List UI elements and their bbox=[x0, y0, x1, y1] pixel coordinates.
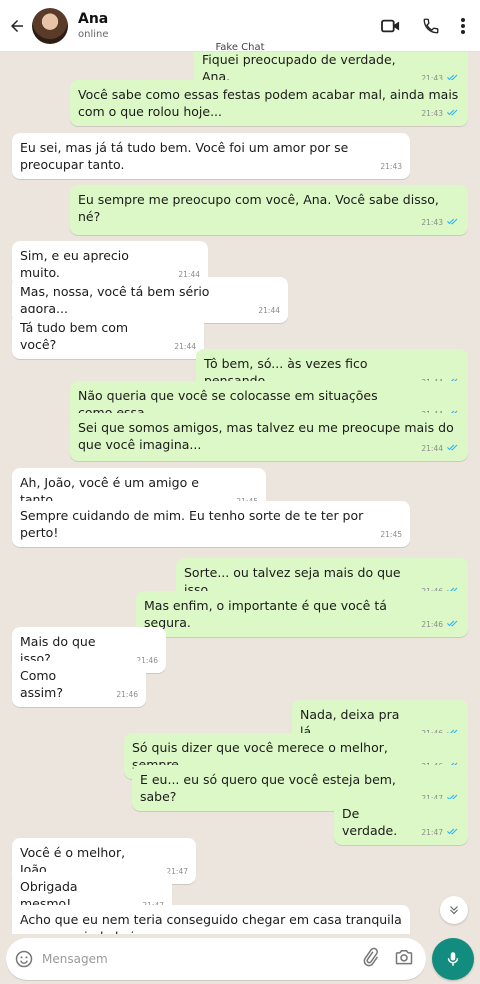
message-meta: 21:43 bbox=[380, 158, 402, 175]
message-text: Eu sei, mas já tá tudo bem. Você foi um … bbox=[20, 140, 349, 172]
message-incoming[interactable]: Tá tudo bem com você? 21:44 bbox=[12, 313, 204, 359]
message-time: 21:46 bbox=[116, 690, 138, 699]
message-text: Sei que somos amigos, mas talvez eu me p… bbox=[78, 420, 454, 452]
mic-icon bbox=[447, 952, 459, 966]
message-time: 21:44 bbox=[174, 342, 196, 351]
emoji-icon[interactable] bbox=[14, 949, 34, 969]
double-check-icon bbox=[446, 214, 460, 231]
scroll-down-button[interactable] bbox=[440, 896, 468, 924]
composer-pill bbox=[6, 938, 426, 980]
message-meta: 21:44 bbox=[174, 338, 196, 355]
contact-info[interactable]: Ana online bbox=[78, 11, 109, 40]
message-outgoing[interactable]: Sei que somos amigos, mas talvez eu me p… bbox=[70, 413, 468, 461]
composer-bar bbox=[0, 934, 480, 984]
message-incoming[interactable]: Eu sei, mas já tá tudo bem. Você foi um … bbox=[12, 133, 410, 179]
message-text: Acho que eu nem teria conseguido chegar … bbox=[20, 912, 402, 934]
more-vert-icon[interactable] bbox=[460, 17, 466, 35]
message-text: Você sabe como essas festas podem acabar… bbox=[78, 87, 459, 119]
double-check-icon bbox=[446, 440, 460, 457]
message-meta: 21:44 bbox=[258, 302, 280, 319]
message-text: Mas enfim, o importante é que você tá se… bbox=[144, 598, 387, 630]
message-text: Sim, e eu aprecio muito. bbox=[20, 248, 129, 280]
message-outgoing[interactable]: Você sabe como essas festas podem acabar… bbox=[70, 80, 468, 126]
message-time: 21:43 bbox=[380, 162, 402, 171]
message-meta: 21:43 bbox=[421, 105, 460, 122]
double-check-icon bbox=[446, 616, 460, 633]
double-check-icon bbox=[447, 828, 458, 835]
message-input[interactable] bbox=[42, 952, 342, 966]
watermark-label: Fake Chat bbox=[215, 42, 265, 53]
avatar[interactable] bbox=[32, 7, 68, 44]
message-meta: 21:44 bbox=[421, 440, 460, 457]
message-time: 21:44 bbox=[421, 444, 443, 453]
camera-icon[interactable] bbox=[394, 947, 414, 971]
attach-icon[interactable] bbox=[360, 947, 380, 971]
double-check-icon bbox=[447, 444, 458, 451]
message-outgoing[interactable]: De verdade. 21:47 bbox=[334, 799, 468, 845]
double-check-icon bbox=[446, 824, 460, 841]
message-meta: 21:47 bbox=[421, 824, 460, 841]
message-meta: 21:46 bbox=[116, 686, 138, 703]
chevron-down-icon bbox=[450, 906, 458, 915]
message-meta: 21:45 bbox=[380, 526, 402, 543]
video-call-icon[interactable] bbox=[380, 17, 402, 35]
double-check-icon bbox=[447, 620, 458, 627]
contact-name: Ana bbox=[78, 11, 109, 27]
message-incoming[interactable]: Como assim? 21:46 bbox=[12, 661, 146, 707]
message-meta: 21:46 bbox=[421, 616, 460, 633]
message-time: 21:46 bbox=[421, 620, 443, 629]
message-incoming[interactable]: Acho que eu nem teria conseguido chegar … bbox=[12, 905, 410, 934]
message-time: 21:44 bbox=[258, 306, 280, 315]
contact-status: online bbox=[78, 29, 109, 40]
message-time: 21:45 bbox=[380, 530, 402, 539]
double-check-icon bbox=[447, 109, 458, 116]
mic-button[interactable] bbox=[432, 938, 474, 980]
message-time: 21:43 bbox=[421, 109, 443, 118]
message-incoming[interactable]: Sempre cuidando de mim. Eu tenho sorte d… bbox=[12, 501, 410, 547]
message-outgoing[interactable]: Mas enfim, o importante é que você tá se… bbox=[136, 591, 468, 637]
message-text: Sempre cuidando de mim. Eu tenho sorte d… bbox=[20, 508, 364, 540]
message-time: 21:43 bbox=[421, 218, 443, 227]
double-check-icon bbox=[447, 218, 458, 225]
message-text: Eu sempre me preocupo com você, Ana. Voc… bbox=[78, 192, 439, 224]
double-check-icon bbox=[446, 105, 460, 122]
message-time: 21:47 bbox=[421, 828, 443, 837]
message-text: Mas, nossa, você tá bem sério agora... bbox=[20, 284, 210, 316]
message-outgoing[interactable]: Eu sempre me preocupo com você, Ana. Voc… bbox=[70, 185, 468, 235]
message-meta: 21:43 bbox=[421, 214, 460, 231]
message-text: Tá tudo bem com você? bbox=[20, 320, 129, 352]
phone-icon[interactable] bbox=[422, 17, 440, 35]
message-list[interactable]: Fiquei preocupado de verdade, Ana. 21:43 V… bbox=[0, 52, 480, 934]
